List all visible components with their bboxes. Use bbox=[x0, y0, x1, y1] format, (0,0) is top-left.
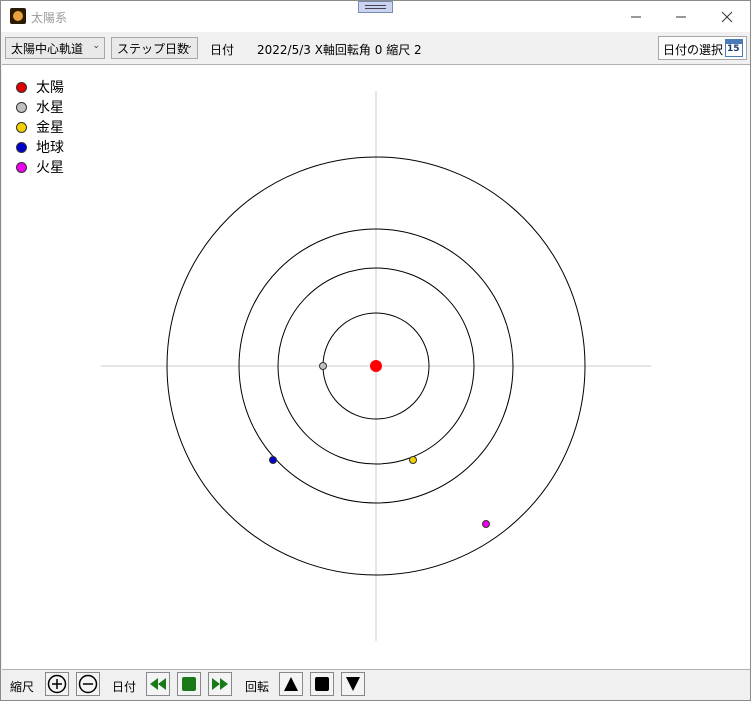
app-window: 太陽系 太陽中心軌道 ⌄ ステップ日数 ⌄ 日付 2022/5/3 X軸回転角 … bbox=[0, 0, 751, 701]
mercury-marker bbox=[319, 362, 327, 370]
step-unit-value: ステップ日数 bbox=[117, 41, 190, 56]
legend-label: 水星 bbox=[36, 100, 64, 116]
drag-grip-handle[interactable] bbox=[358, 1, 393, 13]
fast-forward-icon bbox=[212, 678, 228, 690]
rotate-up-button[interactable] bbox=[279, 672, 303, 696]
triangle-up-icon bbox=[284, 677, 298, 691]
minimize-button[interactable] bbox=[658, 1, 704, 32]
earth-marker bbox=[269, 456, 277, 464]
plus-circle-icon bbox=[47, 674, 67, 694]
bottom-controls: 縮尺 日付 回転 bbox=[1, 670, 750, 700]
minimize-button-2[interactable] bbox=[613, 1, 659, 32]
legend-dot bbox=[16, 161, 27, 173]
date-label: 日付 bbox=[210, 43, 235, 57]
chevron-down-icon: ⌄ bbox=[92, 41, 100, 51]
legend-item-earth: 地球 bbox=[16, 137, 64, 157]
legend-item-sun: 太陽 bbox=[16, 77, 64, 97]
step-forward-button[interactable] bbox=[208, 672, 232, 696]
venus-marker bbox=[409, 456, 417, 464]
legend-dot bbox=[16, 101, 27, 113]
step-back-button[interactable] bbox=[146, 672, 170, 696]
select-date-button[interactable]: 日付の選択 15 bbox=[658, 36, 747, 60]
rotate-down-button[interactable] bbox=[341, 672, 365, 696]
view-mode-select[interactable]: 太陽中心軌道 ⌄ bbox=[5, 37, 105, 59]
status-text: 2022/5/3 X軸回転角 0 縮尺 2 bbox=[257, 43, 422, 57]
calendar-day: 15 bbox=[727, 44, 740, 54]
mars-marker bbox=[482, 520, 490, 528]
orbit-canvas[interactable]: 太陽 水星 金星 地球 火星 bbox=[2, 64, 750, 670]
title-bar: 太陽系 bbox=[1, 1, 750, 32]
minimize-icon bbox=[675, 16, 686, 18]
chevron-down-icon: ⌄ bbox=[185, 41, 193, 51]
orbit-diagram bbox=[101, 91, 651, 641]
step-unit-select[interactable]: ステップ日数 ⌄ bbox=[111, 37, 198, 59]
close-button[interactable] bbox=[704, 1, 750, 32]
rotate-label: 回転 bbox=[245, 680, 270, 694]
legend-label: 火星 bbox=[36, 160, 64, 176]
legend-dot bbox=[16, 81, 27, 93]
legend-label: 地球 bbox=[36, 140, 64, 156]
stop-square-icon bbox=[315, 677, 329, 691]
legend-label: 金星 bbox=[36, 120, 64, 136]
zoom-in-button[interactable] bbox=[45, 672, 69, 696]
legend-item-mercury: 水星 bbox=[16, 97, 64, 117]
scale-label: 縮尺 bbox=[10, 680, 35, 694]
legend-label: 太陽 bbox=[36, 80, 64, 96]
stop-icon bbox=[182, 677, 196, 691]
rotate-stop-button[interactable] bbox=[310, 672, 334, 696]
legend-item-venus: 金星 bbox=[16, 117, 64, 137]
view-mode-value: 太陽中心軌道 bbox=[11, 41, 84, 56]
legend-item-mars: 火星 bbox=[16, 157, 64, 177]
rewind-icon bbox=[150, 678, 166, 690]
toolbar: 太陽中心軌道 ⌄ ステップ日数 ⌄ 日付 2022/5/3 X軸回転角 0 縮尺… bbox=[1, 33, 750, 63]
calendar-icon: 15 bbox=[725, 39, 743, 57]
minimize-line-icon bbox=[630, 16, 641, 18]
minus-circle-icon bbox=[78, 674, 98, 694]
date-step-label: 日付 bbox=[112, 680, 137, 694]
stop-date-button[interactable] bbox=[177, 672, 201, 696]
legend-dot bbox=[16, 121, 27, 133]
window-title: 太陽系 bbox=[31, 11, 68, 25]
close-icon bbox=[721, 11, 733, 22]
triangle-down-icon bbox=[346, 677, 360, 691]
legend-dot bbox=[16, 141, 27, 153]
legend: 太陽 水星 金星 地球 火星 bbox=[16, 77, 64, 177]
solar-system-app-icon bbox=[10, 8, 26, 24]
zoom-out-button[interactable] bbox=[76, 672, 100, 696]
sun-marker bbox=[370, 360, 382, 372]
select-date-label: 日付の選択 bbox=[663, 43, 724, 57]
